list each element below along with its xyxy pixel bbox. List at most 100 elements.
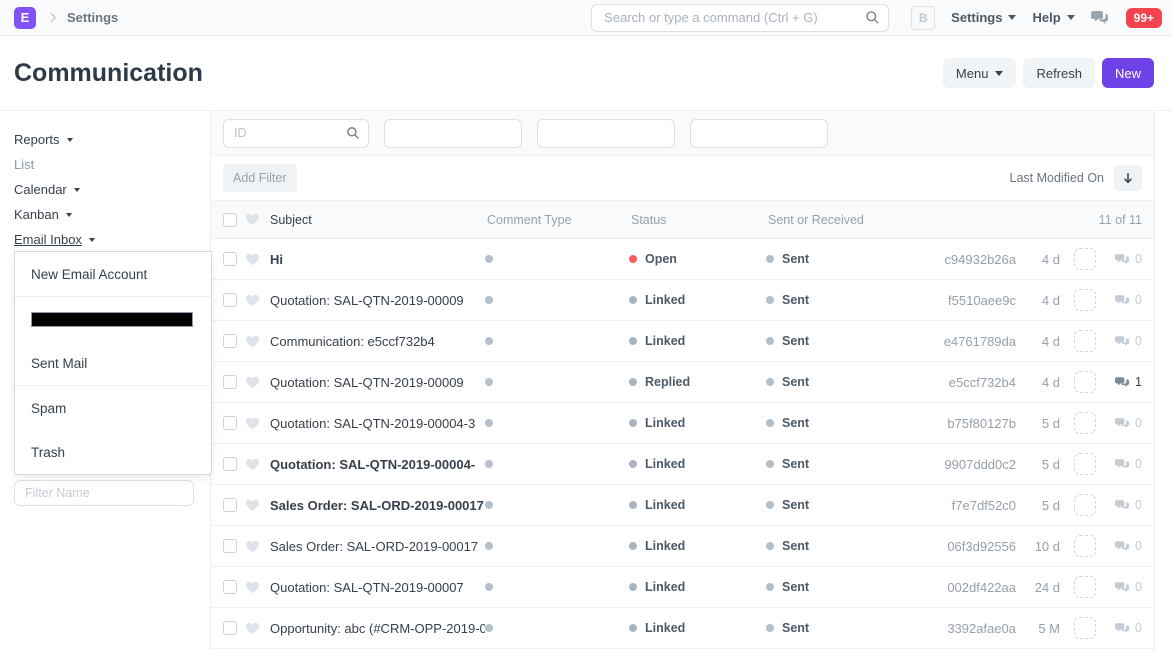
- select-all-checkbox[interactable]: [223, 213, 237, 227]
- row-subject-link[interactable]: Quotation: SAL-QTN-2019-00009: [270, 375, 485, 390]
- heart-icon[interactable]: [245, 622, 260, 635]
- assign-placeholder[interactable]: [1074, 617, 1096, 639]
- row-checkbox[interactable]: [223, 293, 237, 307]
- heart-icon[interactable]: [245, 499, 260, 512]
- assign-placeholder[interactable]: [1074, 453, 1096, 475]
- app-logo[interactable]: E: [14, 7, 36, 29]
- filter-name-input[interactable]: [14, 480, 194, 506]
- table-row[interactable]: Quotation: SAL-QTN-2019-00009 Linked Sen…: [211, 280, 1154, 321]
- help-menu[interactable]: Help: [1032, 10, 1074, 25]
- heart-icon[interactable]: [245, 458, 260, 471]
- row-subject-link[interactable]: Sales Order: SAL-ORD-2019-00017: [270, 498, 485, 513]
- sort-by-label[interactable]: Last Modified On: [1010, 171, 1105, 185]
- sent-dot: [766, 542, 774, 550]
- refresh-button[interactable]: Refresh: [1023, 58, 1095, 88]
- row-subject-link[interactable]: Quotation: SAL-QTN-2019-00004-3: [270, 416, 485, 431]
- row-like-cell: [245, 622, 270, 635]
- assign-placeholder[interactable]: [1074, 330, 1096, 352]
- heart-icon[interactable]: [245, 417, 260, 430]
- menu-button[interactable]: Menu: [943, 58, 1017, 88]
- table-row[interactable]: Sales Order: SAL-ORD-2019-00017 Linked S…: [211, 485, 1154, 526]
- dropdown-menu-item[interactable]: New Email Account: [15, 252, 211, 296]
- row-checkbox[interactable]: [223, 539, 237, 553]
- heart-icon[interactable]: [245, 335, 260, 348]
- row-checkbox[interactable]: [223, 621, 237, 635]
- row-id: 3392afae0a: [916, 621, 1016, 636]
- row-id: f5510aee9c: [916, 293, 1016, 308]
- dropdown-menu-item[interactable]: Trash: [15, 430, 211, 474]
- search-input[interactable]: [591, 4, 889, 32]
- row-checkbox[interactable]: [223, 457, 237, 471]
- row-status: Replied: [629, 375, 766, 389]
- heart-icon[interactable]: [245, 253, 260, 266]
- status-label: Linked: [645, 416, 685, 430]
- add-filter-button[interactable]: Add Filter: [223, 164, 297, 192]
- row-comments: 1: [1096, 375, 1142, 389]
- breadcrumb[interactable]: Settings: [67, 10, 118, 25]
- row-checkbox[interactable]: [223, 375, 237, 389]
- sidebar-view-item[interactable]: Calendar: [14, 181, 196, 197]
- assign-placeholder[interactable]: [1074, 535, 1096, 557]
- row-checkbox[interactable]: [223, 252, 237, 266]
- dropdown-menu-item[interactable]: Sent Mail: [15, 341, 211, 385]
- row-checkbox[interactable]: [223, 498, 237, 512]
- new-button[interactable]: New: [1102, 58, 1154, 88]
- sidebar-view-item[interactable]: Email Inbox: [14, 231, 196, 247]
- notification-badge[interactable]: 99+: [1126, 8, 1162, 28]
- sent-dot: [766, 501, 774, 509]
- table-row[interactable]: Quotation: SAL-QTN-2019-00007 Linked Sen…: [211, 567, 1154, 608]
- assign-placeholder[interactable]: [1074, 412, 1096, 434]
- header-subject: Subject: [270, 213, 487, 227]
- table-row[interactable]: Communication: e5ccf732b4 Linked Sent e4…: [211, 321, 1154, 362]
- table-row[interactable]: Sales Order: SAL-ORD-2019-00017 Linked S…: [211, 526, 1154, 567]
- row-comment-type: [485, 337, 629, 345]
- assign-placeholder[interactable]: [1074, 494, 1096, 516]
- quick-filter-input-2[interactable]: [384, 119, 522, 148]
- row-subject-link[interactable]: Hi: [270, 252, 485, 267]
- heart-icon[interactable]: [245, 213, 260, 226]
- row-subject-link[interactable]: Quotation: SAL-QTN-2019-00007: [270, 580, 485, 595]
- row-sent-or-received: Sent: [766, 252, 916, 266]
- row-subject-link[interactable]: Communication: e5ccf732b4: [270, 334, 485, 349]
- table-row[interactable]: Hi Open Sent c94932b26a 4 d 0: [211, 239, 1154, 280]
- heart-icon[interactable]: [245, 376, 260, 389]
- assign-placeholder[interactable]: [1074, 371, 1096, 393]
- assign-placeholder[interactable]: [1074, 576, 1096, 598]
- sidebar-view-item[interactable]: Reports: [14, 131, 196, 147]
- status-dot: [629, 419, 637, 427]
- row-age: 4 d: [1016, 375, 1060, 390]
- row-checkbox[interactable]: [223, 416, 237, 430]
- table-row[interactable]: Quotation: SAL-QTN-2019-00004- Linked Se…: [211, 444, 1154, 485]
- sort-direction-button[interactable]: [1114, 165, 1142, 191]
- sidebar-view-item[interactable]: List: [14, 156, 196, 172]
- heart-icon[interactable]: [245, 294, 260, 307]
- table-row[interactable]: Quotation: SAL-QTN-2019-00009 Replied Se…: [211, 362, 1154, 403]
- row-checkbox[interactable]: [223, 580, 237, 594]
- quick-filter-input-4[interactable]: [690, 119, 828, 148]
- row-sent-or-received: Sent: [766, 375, 916, 389]
- sidebar-view-list: Reports List Calendar Kanban Email Inbox: [14, 131, 196, 247]
- comment-type-dot: [485, 296, 493, 304]
- table-row[interactable]: Quotation: SAL-QTN-2019-00004-3 Linked S…: [211, 403, 1154, 444]
- row-checkbox[interactable]: [223, 334, 237, 348]
- row-subject-link[interactable]: Quotation: SAL-QTN-2019-00009: [270, 293, 485, 308]
- row-checkbox-cell: [223, 293, 245, 307]
- assign-placeholder[interactable]: [1074, 248, 1096, 270]
- row-status: Linked: [629, 416, 766, 430]
- row-subject-link[interactable]: Sales Order: SAL-ORD-2019-00017: [270, 539, 485, 554]
- chevron-down-icon: [995, 71, 1003, 76]
- heart-icon[interactable]: [245, 540, 260, 553]
- row-subject-link[interactable]: Opportunity: abc (#CRM-OPP-2019-0: [270, 621, 485, 636]
- heart-icon[interactable]: [245, 581, 260, 594]
- assign-placeholder[interactable]: [1074, 289, 1096, 311]
- row-id: e5ccf732b4: [916, 375, 1016, 390]
- quick-filter-input-3[interactable]: [537, 119, 675, 148]
- chat-icon[interactable]: [1091, 10, 1110, 26]
- sidebar-view-item[interactable]: Kanban: [14, 206, 196, 222]
- avatar[interactable]: B: [911, 6, 935, 30]
- table-row[interactable]: Opportunity: abc (#CRM-OPP-2019-0 Linked…: [211, 608, 1154, 649]
- settings-menu[interactable]: Settings: [951, 10, 1016, 25]
- row-subject-link[interactable]: Quotation: SAL-QTN-2019-00004-: [270, 457, 485, 472]
- dropdown-menu-item[interactable]: Spam: [15, 386, 211, 430]
- dropdown-menu-item-account[interactable]: [15, 297, 211, 341]
